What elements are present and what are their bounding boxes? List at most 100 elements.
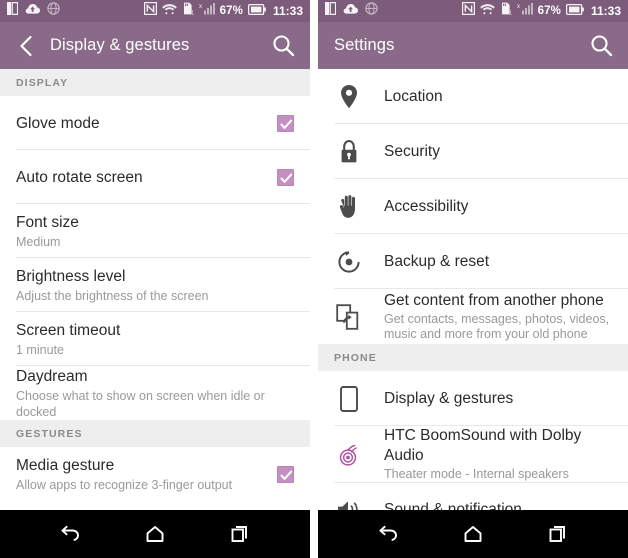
- search-icon[interactable]: [271, 33, 296, 58]
- status-bar-left-icons: [325, 1, 378, 20]
- display-gestures-list[interactable]: DISPLAY Glove mode Auto rotate screen Fo…: [0, 69, 310, 510]
- list-item-font-size[interactable]: Font size Medium: [0, 204, 310, 258]
- list-item-auto-rotate-screen[interactable]: Auto rotate screen: [0, 150, 310, 204]
- recents-button[interactable]: [223, 517, 257, 551]
- location-pin-icon: [334, 82, 364, 112]
- status-bar-left: 1 x 67% 11:33: [0, 0, 310, 22]
- list-item-title: Get content from another phone: [384, 291, 604, 309]
- list-item-title: Screen timeout: [16, 321, 121, 339]
- list-item-get-content-from-another-phone[interactable]: Get content from another phone Get conta…: [318, 289, 628, 344]
- globe-icon: [365, 2, 378, 20]
- home-button[interactable]: [456, 517, 490, 551]
- list-item-subtitle: Adjust the brightness of the screen: [16, 288, 209, 303]
- checkbox-auto-rotate-screen[interactable]: [277, 168, 294, 186]
- list-item-daydream[interactable]: Daydream Choose what to show on screen w…: [0, 366, 310, 420]
- right-phone-screen: 1 x 67% 11:33 Settings Location Security…: [318, 0, 628, 558]
- phone-display-icon: [334, 384, 364, 414]
- sim-card-icon: [325, 1, 337, 20]
- list-item-subtitle: Get contacts, messages, photos, videos, …: [384, 311, 610, 342]
- list-item-subtitle: Allow apps to recognize 3-finger output: [16, 477, 233, 492]
- sd-card-icon: 1: [182, 2, 194, 20]
- list-item-text: Location: [384, 87, 614, 107]
- list-item-text: Auto rotate screen: [16, 168, 277, 187]
- status-bar-right: 1 x 67% 11:33: [318, 0, 628, 22]
- battery-icon: [565, 2, 584, 20]
- page-title: Display & gestures: [50, 36, 190, 54]
- list-item-text: Get content from another phone Get conta…: [384, 291, 614, 343]
- home-button[interactable]: [138, 517, 172, 551]
- section-header-gestures: GESTURES: [0, 420, 310, 447]
- nfc-icon: [461, 2, 475, 20]
- list-item-title: Backup & reset: [384, 252, 490, 270]
- sim-card-icon: [7, 1, 19, 20]
- signal-icon: x: [517, 2, 533, 20]
- list-item-title: Sound & notification: [384, 501, 522, 510]
- list-item-title: Daydream: [16, 367, 88, 385]
- back-arrow-icon[interactable]: [14, 33, 40, 59]
- list-item-title: Display & gestures: [384, 389, 514, 407]
- globe-icon: [47, 2, 60, 20]
- cloud-upload-icon: [343, 2, 358, 20]
- list-item-accessibility[interactable]: Accessibility: [318, 179, 628, 234]
- list-item-text: Daydream Choose what to show on screen w…: [16, 367, 294, 420]
- list-item-text: Screen timeout 1 minute: [16, 321, 294, 358]
- boomsound-icon: [334, 439, 364, 469]
- status-bar-right-icons: 1 x 67% 11:33: [461, 2, 621, 20]
- list-item-title: Brightness level: [16, 267, 126, 285]
- action-bar-settings: Settings: [318, 22, 628, 69]
- back-button[interactable]: [371, 517, 405, 551]
- navigation-bar-left[interactable]: [0, 510, 310, 558]
- signal-icon: x: [199, 2, 215, 20]
- settings-list[interactable]: Location Security Accessibility Backup &…: [318, 69, 628, 510]
- list-item-screen-timeout[interactable]: Screen timeout 1 minute: [0, 312, 310, 366]
- list-item-security[interactable]: Security: [318, 124, 628, 179]
- list-item-brightness-level[interactable]: Brightness level Adjust the brightness o…: [0, 258, 310, 312]
- section-header-phone: PHONE: [318, 344, 628, 371]
- left-phone-screen: 1 x 67% 11:33 Display & gestures DISPLAY…: [0, 0, 310, 558]
- list-item-title: HTC BoomSound with Dolby Audio: [384, 427, 582, 464]
- action-bar-display-gestures: Display & gestures: [0, 22, 310, 69]
- battery-icon: [247, 2, 266, 20]
- list-item-media-gesture[interactable]: Media gesture Allow apps to recognize 3-…: [0, 447, 310, 501]
- list-item-sound-notification[interactable]: Sound & notification: [318, 482, 628, 510]
- battery-percent-label: 67%: [537, 5, 561, 17]
- list-item-title: Media gesture: [16, 456, 115, 474]
- back-button[interactable]: [53, 517, 87, 551]
- svg-text:x: x: [199, 4, 202, 10]
- list-item-glove-mode[interactable]: Glove mode: [0, 96, 310, 150]
- clock-label: 11:33: [590, 4, 621, 18]
- list-item-text: Backup & reset: [384, 252, 614, 272]
- list-item-htc-boomsound[interactable]: HTC BoomSound with Dolby Audio Theater m…: [318, 426, 628, 483]
- search-icon[interactable]: [589, 33, 614, 58]
- svg-text:x: x: [517, 4, 520, 10]
- list-item-subtitle: 1 minute: [16, 342, 64, 357]
- list-item-title: Font size: [16, 213, 79, 231]
- list-item-location[interactable]: Location: [318, 69, 628, 124]
- recents-button[interactable]: [541, 517, 575, 551]
- clock-label: 11:33: [272, 4, 303, 18]
- list-item-display-gestures[interactable]: Display & gestures: [318, 371, 628, 426]
- transfer-phone-icon: [334, 302, 364, 332]
- status-bar-left-icons: [7, 1, 60, 20]
- list-item-title: Auto rotate screen: [16, 168, 143, 186]
- checkbox-glove-mode[interactable]: [277, 114, 294, 132]
- page-title: Settings: [334, 36, 395, 54]
- list-item-title: Accessibility: [384, 197, 469, 215]
- nfc-icon: [143, 2, 157, 20]
- wifi-icon: [161, 2, 177, 20]
- list-item-text: HTC BoomSound with Dolby Audio Theater m…: [384, 426, 614, 483]
- battery-percent-label: 67%: [219, 5, 243, 17]
- list-item-text: Sound & notification: [384, 500, 614, 510]
- list-item-text: Security: [384, 142, 614, 162]
- list-item-text: Font size Medium: [16, 213, 294, 250]
- list-item-text: Brightness level Adjust the brightness o…: [16, 267, 294, 304]
- section-header-display: DISPLAY: [0, 69, 310, 96]
- list-item-title: Glove mode: [16, 114, 100, 132]
- list-item-text: Accessibility: [384, 197, 614, 217]
- list-item-title: Security: [384, 142, 440, 160]
- navigation-bar-right[interactable]: [318, 510, 628, 558]
- checkbox-media-gesture[interactable]: [277, 465, 294, 483]
- cloud-upload-icon: [25, 2, 40, 20]
- list-item-subtitle: Choose what to show on screen when idle …: [16, 388, 265, 419]
- list-item-backup-reset[interactable]: Backup & reset: [318, 234, 628, 289]
